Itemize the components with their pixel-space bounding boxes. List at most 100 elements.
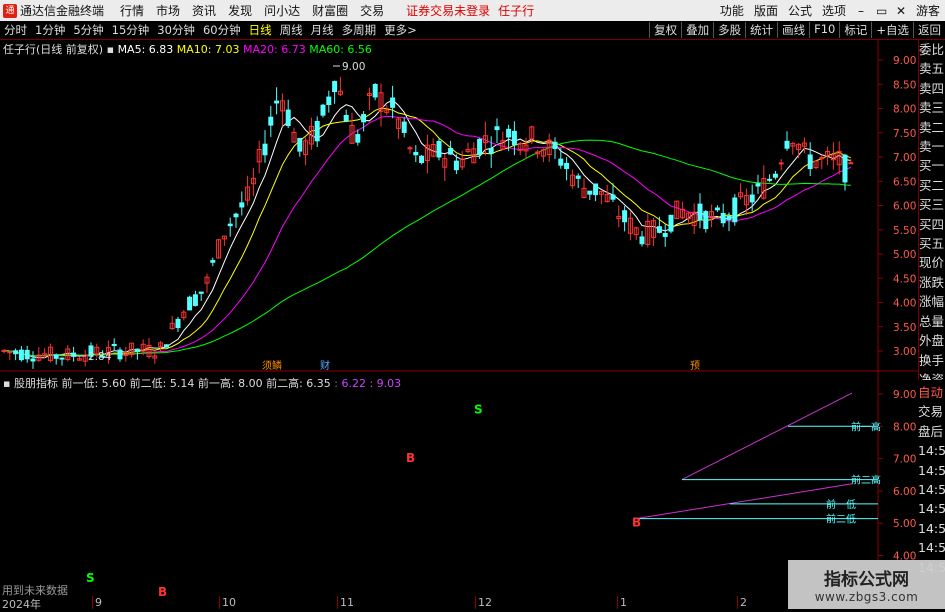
candle-body — [714, 207, 720, 211]
side-label: 净资 — [919, 371, 945, 380]
sub-tick-label: 7.00 — [893, 454, 916, 466]
candle-body — [697, 203, 703, 221]
period-30min[interactable]: 30分钟 — [153, 22, 199, 38]
price-tick-label: 9.00 — [893, 55, 916, 67]
period-monthly[interactable]: 月线 — [307, 22, 338, 38]
indicator-name[interactable]: 股朋指标 — [14, 377, 58, 390]
candle-body — [413, 151, 419, 156]
period-more[interactable]: 更多> — [380, 22, 421, 38]
watermark-title: 指标公式网 — [824, 570, 909, 590]
side-label: 14:5 — [918, 443, 945, 459]
side-label: 涨幅 — [919, 294, 945, 310]
candle-body — [117, 349, 123, 360]
auto-trade-toggle[interactable]: 自动 — [918, 383, 945, 402]
candle-body — [320, 104, 326, 116]
prev-high1-label: 前一高: 8.00 — [197, 377, 263, 390]
minimize-icon[interactable]: – — [851, 4, 871, 18]
date-tick-label: 12 — [478, 596, 492, 609]
level-label: 前一高 — [851, 420, 881, 433]
period-daily[interactable]: 日线 — [245, 22, 276, 38]
candle-body — [639, 236, 645, 245]
candle-body — [662, 233, 668, 237]
period-weekly[interactable]: 周线 — [276, 22, 307, 38]
menu-market[interactable]: 市场 — [150, 2, 186, 19]
menu-discover[interactable]: 发现 — [222, 2, 258, 19]
period-5min[interactable]: 5分钟 — [69, 22, 107, 38]
signal-marker: S — [86, 571, 95, 585]
menu-news[interactable]: 资讯 — [186, 2, 222, 19]
price-tick-label: 8.50 — [893, 79, 916, 91]
candle-body — [558, 158, 564, 166]
menu-trade[interactable]: 交易 — [354, 2, 390, 19]
event-tag: 须鳞 — [262, 359, 282, 372]
candle-body — [668, 214, 674, 232]
menu-layout[interactable]: 版面 — [749, 2, 783, 19]
low-price-label: 2.84 — [88, 351, 112, 363]
candle-body — [755, 183, 761, 187]
date-tick-label: 1 — [620, 596, 627, 609]
title-bar: 通 通达信金融终端 行情 市场 资讯 发现 问小达 财富圈 交易 证券交易未登录… — [0, 0, 945, 21]
menu-wealth[interactable]: 财富圈 — [306, 2, 354, 19]
candle-body — [390, 97, 396, 108]
date-axis: 2024年 9 10 11 12 1 2 — [0, 596, 790, 611]
guest-label[interactable]: 游客 — [911, 2, 945, 19]
restore-rights-button[interactable]: 复权 — [649, 22, 681, 38]
side-label: 现价 — [919, 255, 945, 271]
candle-body — [268, 116, 274, 126]
menu-formula[interactable]: 公式 — [783, 2, 817, 19]
kline-chart[interactable]: 前一高前二高前一低前二低SBBSB 9.008.508.007.507.006.… — [0, 40, 918, 609]
side-label: 14:5 — [918, 520, 945, 536]
trend-line-low — [635, 483, 853, 520]
period-toolbar: 分时 1分钟 5分钟 15分钟 30分钟 60分钟 日线 周线 月线 多周期 更… — [0, 21, 945, 40]
date-tick-label: 2 — [740, 596, 747, 609]
menu-options[interactable]: 选项 — [817, 2, 851, 19]
candle-body — [372, 83, 378, 98]
period-60min[interactable]: 60分钟 — [199, 22, 245, 38]
candle-body — [593, 183, 599, 196]
candle-body — [407, 147, 413, 150]
candle-body — [703, 211, 709, 230]
login-warning[interactable]: 证券交易未登录 — [406, 2, 490, 19]
date-tick — [737, 596, 738, 609]
draw-line-button[interactable]: 画线 — [777, 22, 809, 38]
statistics-button[interactable]: 统计 — [745, 22, 777, 38]
price-tick-label: 4.50 — [893, 273, 916, 285]
chart-settings-icon[interactable]: ▪ — [107, 43, 114, 56]
menu-ask[interactable]: 问小达 — [258, 2, 306, 19]
add-watchlist-button[interactable]: +自选 — [871, 22, 913, 38]
mark-button[interactable]: 标记 — [839, 22, 871, 38]
candle-body — [326, 96, 332, 106]
multi-stock-button[interactable]: 多股 — [713, 22, 745, 38]
date-tick — [475, 596, 476, 609]
close-icon[interactable]: ✕ — [891, 4, 911, 18]
candle-body — [361, 114, 367, 123]
menu-quotes[interactable]: 行情 — [114, 2, 150, 19]
period-1min[interactable]: 1分钟 — [31, 22, 69, 38]
ma60-label: MA60: 6.56 — [309, 43, 372, 56]
period-timeshare[interactable]: 分时 — [0, 22, 31, 38]
period-15min[interactable]: 15分钟 — [108, 22, 154, 38]
side-label: 14:5 — [918, 482, 945, 498]
candle-body — [453, 160, 459, 171]
chart-tools: 复权 叠加 多股 统计 画线 F10 标记 +自选 返回 — [649, 22, 945, 38]
candle-body — [134, 348, 140, 353]
back-button[interactable]: 返回 — [913, 22, 945, 38]
level-label: 前二低 — [826, 513, 856, 526]
menu-function[interactable]: 功能 — [715, 2, 749, 19]
date-tick — [337, 596, 338, 609]
restore-icon[interactable]: ▭ — [871, 4, 891, 18]
main-legend: 任子行(日线 前复权) ▪ MA5: 6.83 MA10: 7.03 MA20:… — [3, 41, 372, 57]
f10-button[interactable]: F10 — [809, 22, 839, 38]
candle-body — [610, 194, 616, 200]
side-label: 委比 — [919, 42, 945, 57]
prev-low1-label: 前一低: 5.60 — [61, 377, 127, 390]
side-label: 卖一 — [919, 139, 945, 155]
candle-body — [401, 121, 407, 133]
candle-body — [187, 296, 193, 311]
overlay-button[interactable]: 叠加 — [681, 22, 713, 38]
indicator-settings-icon[interactable]: ▪ — [3, 377, 10, 390]
candle-body — [210, 260, 216, 263]
watermark-url: www.zbgs3.com — [814, 590, 919, 604]
period-multi[interactable]: 多周期 — [338, 22, 381, 38]
side-label: 14:5 — [918, 501, 945, 517]
